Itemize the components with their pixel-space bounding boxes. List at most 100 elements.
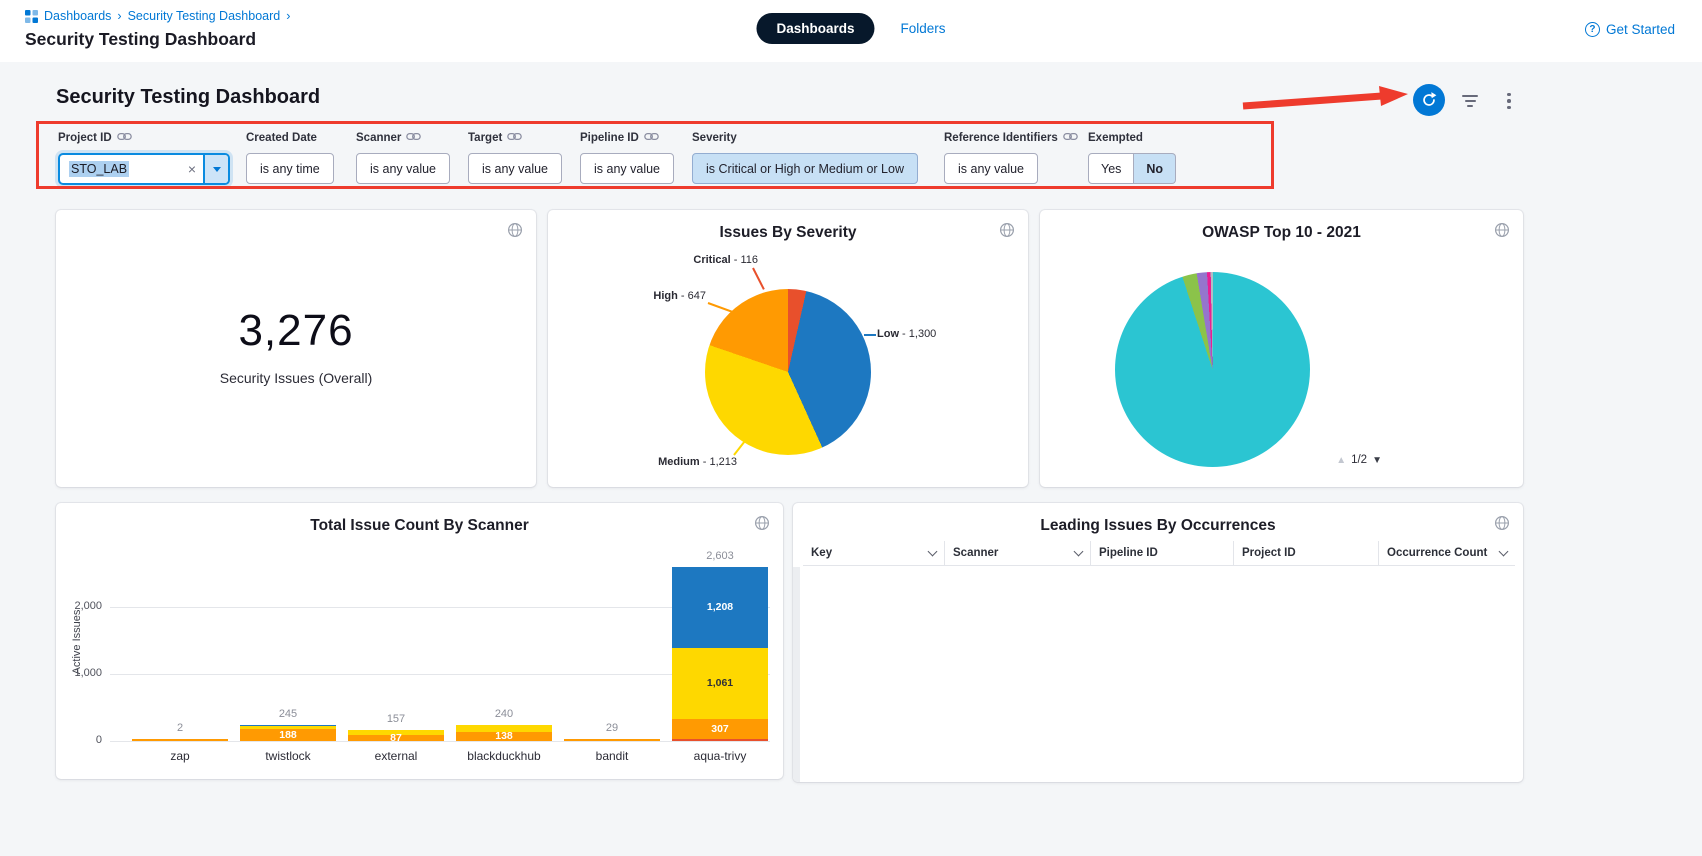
- filter-value-severity[interactable]: is Critical or High or Medium or Low: [692, 153, 918, 184]
- bar-segment-high: 138: [456, 732, 552, 741]
- bar-segment-label: 138: [456, 731, 552, 742]
- globe-icon: [507, 222, 523, 238]
- exempted-option-yes[interactable]: Yes: [1088, 153, 1134, 184]
- dashboard-title: Security Testing Dashboard: [56, 86, 320, 109]
- bar-segment-label: 188: [240, 730, 336, 741]
- filter-label: Reference Identifiers: [944, 131, 1078, 145]
- bar-total-label: 29: [564, 722, 660, 734]
- sort-chevron-icon: [928, 547, 938, 557]
- x-category-label: aqua-trivy: [666, 749, 774, 763]
- filter-label-text: Exempted: [1088, 132, 1143, 144]
- more-options-button[interactable]: [1500, 90, 1518, 112]
- filter-label: Exempted: [1088, 131, 1176, 145]
- filter-reference-identifiers: Reference Identifiers is any value: [944, 131, 1078, 184]
- filter-value-reference-identifiers[interactable]: is any value: [944, 153, 1038, 184]
- pie-leader-line: [752, 268, 765, 290]
- clear-icon[interactable]: ×: [181, 161, 203, 177]
- tile-title: OWASP Top 10 - 2021: [1040, 224, 1523, 242]
- filter-label-text: Pipeline ID: [580, 132, 639, 144]
- top-bar: Dashboards › Security Testing Dashboard …: [0, 0, 1702, 62]
- help-icon: ?: [1585, 22, 1600, 37]
- bar-bandit[interactable]: [564, 739, 660, 741]
- bar-external[interactable]: 87: [348, 730, 444, 741]
- filter-label: Project ID: [58, 131, 230, 145]
- bar-segment-high: 87: [348, 735, 444, 741]
- y-tick-label: 1,000: [58, 667, 102, 679]
- link-icon: [406, 132, 421, 144]
- bar-segment-label: 1,208: [672, 602, 768, 613]
- bar-segment-label: 87: [348, 732, 444, 743]
- filter-scanner: Scanner is any value: [356, 131, 450, 184]
- project-id-combobox[interactable]: STO_LAB×: [58, 153, 230, 185]
- bar-segment-low: 1,208: [672, 567, 768, 648]
- pie-label-low: Low - 1,300: [877, 328, 997, 340]
- column-label: Scanner: [953, 547, 998, 559]
- filter-value-scanner[interactable]: is any value: [356, 153, 450, 184]
- column-label: Occurrence Count: [1387, 547, 1487, 559]
- column-header-scanner[interactable]: Scanner: [945, 541, 1091, 565]
- tile-total-issue-count-by-scanner: Total Issue Count By Scanner Active Issu…: [56, 503, 783, 779]
- bar-aqua-trivy[interactable]: 1,208 1,061 307: [672, 567, 768, 741]
- exempted-toggle: YesNo: [1088, 153, 1176, 184]
- refresh-button[interactable]: [1413, 84, 1445, 116]
- breadcrumb-separator: ›: [286, 9, 290, 23]
- column-header-pipeline-id[interactable]: Pipeline ID: [1091, 541, 1234, 565]
- breadcrumb-separator: ›: [117, 9, 121, 23]
- bar-zap[interactable]: [132, 739, 228, 741]
- bar-twistlock[interactable]: 188: [240, 725, 336, 741]
- bar-total-label: 157: [348, 713, 444, 725]
- dropdown-caret[interactable]: [203, 155, 228, 183]
- link-icon: [644, 132, 659, 144]
- filter-label: Severity: [692, 131, 918, 145]
- filter-button[interactable]: [1459, 92, 1481, 110]
- bar-segment-high: [564, 739, 660, 741]
- x-category-label: bandit: [558, 749, 666, 763]
- filter-exempted: Exempted YesNo: [1088, 131, 1176, 184]
- link-icon: [1063, 132, 1078, 144]
- breadcrumb-current[interactable]: Security Testing Dashboard: [128, 9, 281, 23]
- view-tabs: Dashboards Folders: [756, 13, 945, 44]
- tile-owasp-top10: OWASP Top 10 - 2021 ▲ 1/2 ▼: [1040, 210, 1523, 487]
- kebab-icon: [1507, 93, 1511, 97]
- pie-label-critical: Critical - 116: [648, 254, 758, 266]
- filter-label: Created Date: [246, 131, 334, 145]
- filter-label-text: Created Date: [246, 132, 317, 144]
- bar-segment-high: [132, 739, 228, 741]
- filter-value-target[interactable]: is any value: [468, 153, 562, 184]
- get-started-label: Get Started: [1606, 22, 1675, 37]
- link-icon: [507, 132, 522, 144]
- page-down-icon[interactable]: ▼: [1372, 455, 1382, 466]
- exempted-option-no[interactable]: No: [1134, 153, 1176, 184]
- column-header-project-id[interactable]: Project ID: [1234, 541, 1379, 565]
- column-header-occurrence-count[interactable]: Occurrence Count: [1379, 541, 1515, 565]
- bar-total-label: 245: [240, 708, 336, 720]
- sort-chevron-icon: [1499, 547, 1509, 557]
- pie-label-high: High - 647: [596, 290, 706, 302]
- bar-segment-critical: [672, 739, 768, 741]
- bar-segment-medium: 1,061: [672, 648, 768, 719]
- filter-value-created-date[interactable]: is any time: [246, 153, 334, 184]
- x-category-label: zap: [126, 749, 234, 763]
- bar-blackduckhub[interactable]: 138: [456, 725, 552, 741]
- filter-label: Scanner: [356, 131, 450, 145]
- caret-down-icon: [213, 167, 221, 172]
- tile-issues-by-severity: Issues By Severity Critical - 116 Low - 1…: [548, 210, 1028, 487]
- refresh-icon: [1420, 91, 1438, 109]
- severity-pie-chart[interactable]: [705, 289, 871, 455]
- pie-label-medium: Medium - 1,213: [625, 456, 737, 468]
- filter-label-text: Reference Identifiers: [944, 132, 1058, 144]
- tab-dashboards[interactable]: Dashboards: [756, 13, 874, 44]
- filter-target: Targetis any value: [468, 131, 562, 184]
- owasp-pie-chart[interactable]: [1115, 272, 1310, 467]
- get-started-link[interactable]: ? Get Started: [1585, 22, 1675, 37]
- tab-folders[interactable]: Folders: [901, 21, 946, 36]
- bar-segment-label: 307: [672, 724, 768, 735]
- tile-title: Issues By Severity: [548, 224, 1028, 242]
- tile-title: Leading Issues By Occurrences: [793, 517, 1523, 535]
- filter-value-pipeline-id[interactable]: is any value: [580, 153, 674, 184]
- breadcrumb-dashboards[interactable]: Dashboards: [44, 9, 111, 23]
- column-header-key[interactable]: Key: [803, 541, 945, 565]
- page-up-icon[interactable]: ▲: [1336, 455, 1346, 466]
- globe-icon: [1494, 515, 1510, 531]
- filter-project-id: Project ID STO_LAB×: [58, 131, 230, 185]
